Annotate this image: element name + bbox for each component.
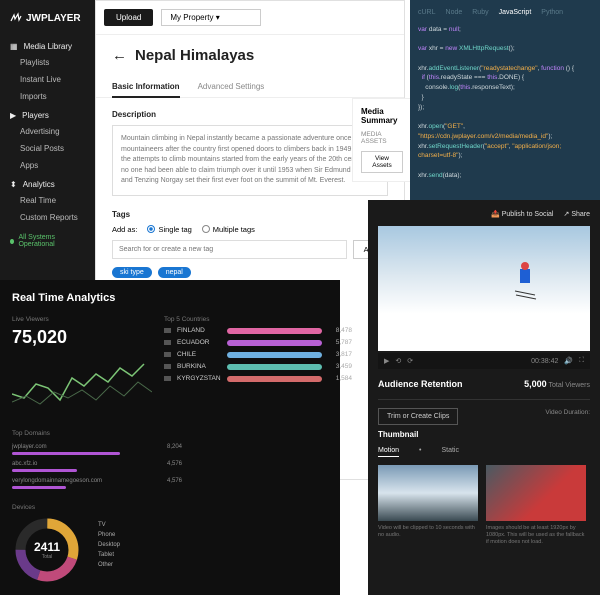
tab-ruby[interactable]: Ruby	[472, 8, 488, 19]
tags-label: Tags	[112, 210, 388, 219]
summary-assets-label: MEDIA ASSETS	[361, 131, 403, 145]
live-sparkline	[12, 354, 152, 414]
thumbnail-static[interactable]: Images should be at least 1920px by 1080…	[486, 465, 586, 546]
legend-item: Other	[98, 560, 120, 570]
trim-button[interactable]: Trim or Create Clips	[378, 408, 458, 425]
live-viewers-value: 75,020	[12, 327, 152, 348]
nav-media-library[interactable]: ▦Media Library	[0, 36, 95, 54]
code-panel: cURL Node Ruby JavaScript Python var dat…	[410, 0, 600, 210]
timecode: 00:38:42	[531, 358, 558, 365]
country-row: ECUADOR5,787	[164, 339, 352, 346]
radio-single[interactable]: Single tag	[147, 225, 191, 234]
nav-advertising[interactable]: Advertising	[0, 123, 95, 140]
nav-realtime[interactable]: Real Time	[0, 192, 95, 209]
tag-input[interactable]	[112, 240, 347, 259]
nav-playlists[interactable]: Playlists	[0, 54, 95, 71]
devices-label: Devices	[12, 504, 82, 511]
back-arrow-icon[interactable]: ←	[112, 47, 127, 64]
tab-advanced[interactable]: Advanced Settings	[198, 76, 265, 97]
summary-title: Media Summary	[361, 107, 403, 125]
radio-multi[interactable]: Multiple tags	[202, 225, 255, 234]
tag-mode-row: Add as: Single tag Multiple tags	[112, 225, 388, 234]
tab-curl[interactable]: cURL	[418, 8, 436, 19]
domain-row: abc.xfz.io4,576	[12, 458, 182, 475]
tab-basic[interactable]: Basic Information	[112, 76, 180, 97]
tab-static[interactable]: Static	[441, 447, 459, 457]
nav-players[interactable]: ▶Players	[0, 105, 95, 123]
country-row: BURKINA3,459	[164, 363, 352, 370]
tab-motion[interactable]: Motion	[378, 447, 399, 457]
devices-legend: TVPhoneDesktopTabletOther	[98, 520, 120, 570]
countries-label: Top 5 Countries	[164, 316, 352, 323]
analytics-panel: Real Time Analytics Live Viewers 75,020 …	[0, 280, 340, 595]
domain-row: jwplayer.com8,204	[12, 441, 182, 458]
domains-label: Top Domains	[12, 430, 182, 437]
video-player[interactable]	[378, 226, 590, 351]
domain-row: verylongdomainnamegoeson.com4,576	[12, 475, 182, 492]
rewind-icon[interactable]: ⟲	[395, 357, 401, 365]
legend-item: Phone	[98, 530, 120, 540]
live-viewers-label: Live Viewers	[12, 316, 152, 323]
tabs: Basic Information Advanced Settings	[96, 76, 404, 98]
volume-icon[interactable]: 🔊	[564, 357, 573, 365]
play-icon[interactable]: ▶	[384, 357, 389, 365]
tab-python[interactable]: Python	[541, 8, 563, 19]
page-title: ← Nepal Himalayas	[96, 35, 404, 76]
share-button[interactable]: ↗ Share	[564, 210, 591, 218]
nav-instant-live[interactable]: Instant Live	[0, 71, 95, 88]
media-summary: Media Summary MEDIA ASSETS View Assets	[352, 98, 412, 182]
legend-item: Desktop	[98, 540, 120, 550]
thumbnail-motion[interactable]: Video will be clipped to 10 seconds with…	[378, 465, 478, 546]
nav-analytics[interactable]: ⬍Analytics	[0, 174, 95, 192]
upload-button[interactable]: Upload	[104, 9, 153, 26]
video-panel: 📤 Publish to Social ↗ Share ▶ ⟲ ⟳ 00:38:…	[368, 200, 600, 595]
devices-donut: 2411Total	[12, 515, 82, 585]
nav-custom[interactable]: Custom Reports	[0, 209, 95, 226]
view-assets-button[interactable]: View Assets	[361, 151, 403, 173]
nav-apps[interactable]: Apps	[0, 157, 95, 174]
nav-social[interactable]: Social Posts	[0, 140, 95, 157]
nav-imports[interactable]: Imports	[0, 88, 95, 105]
code-body[interactable]: var data = null; var xhr = new XMLHttpRe…	[418, 25, 592, 181]
publish-button[interactable]: 📤 Publish to Social	[491, 210, 553, 218]
retention-title: Audience Retention	[378, 379, 463, 389]
tab-node[interactable]: Node	[446, 8, 463, 19]
thumb-note: Video will be clipped to 10 seconds with…	[378, 525, 478, 539]
code-lang-tabs: cURL Node Ruby JavaScript Python	[418, 8, 592, 19]
forward-icon[interactable]: ⟳	[407, 357, 413, 365]
thumb-note: Images should be at least 1920px by 1080…	[486, 525, 586, 546]
property-dropdown[interactable]: My Property ▾	[161, 9, 261, 26]
player-controls[interactable]: ▶ ⟲ ⟳ 00:38:42 🔊 ⛶	[378, 353, 590, 369]
chip[interactable]: ski type	[112, 267, 152, 278]
viewer-count: 5,000 Total Viewers	[524, 379, 590, 389]
legend-item: TV	[98, 520, 120, 530]
thumbnail-title: Thumbnail	[378, 430, 590, 439]
country-row: FINLAND8,478	[164, 327, 352, 334]
fullscreen-icon[interactable]: ⛶	[579, 357, 584, 365]
country-row: KYRGYZSTAN1,584	[164, 375, 352, 382]
description-textarea[interactable]: Mountain climbing in Nepal instantly bec…	[112, 125, 388, 196]
analytics-title: Real Time Analytics	[12, 292, 328, 304]
country-row: CHILE3,817	[164, 351, 352, 358]
tab-js[interactable]: JavaScript	[499, 8, 532, 19]
brand-logo: JWPLAYER	[0, 8, 95, 28]
description-label: Description	[112, 110, 388, 119]
system-status: All Systems Operational	[0, 226, 95, 256]
legend-item: Tablet	[98, 550, 120, 560]
sidebar: JWPLAYER ▦Media Library Playlists Instan…	[0, 0, 95, 310]
chip[interactable]: nepal	[158, 267, 191, 278]
topbar: Upload My Property ▾	[96, 1, 404, 35]
tag-chips: ski type nepal	[112, 267, 388, 278]
